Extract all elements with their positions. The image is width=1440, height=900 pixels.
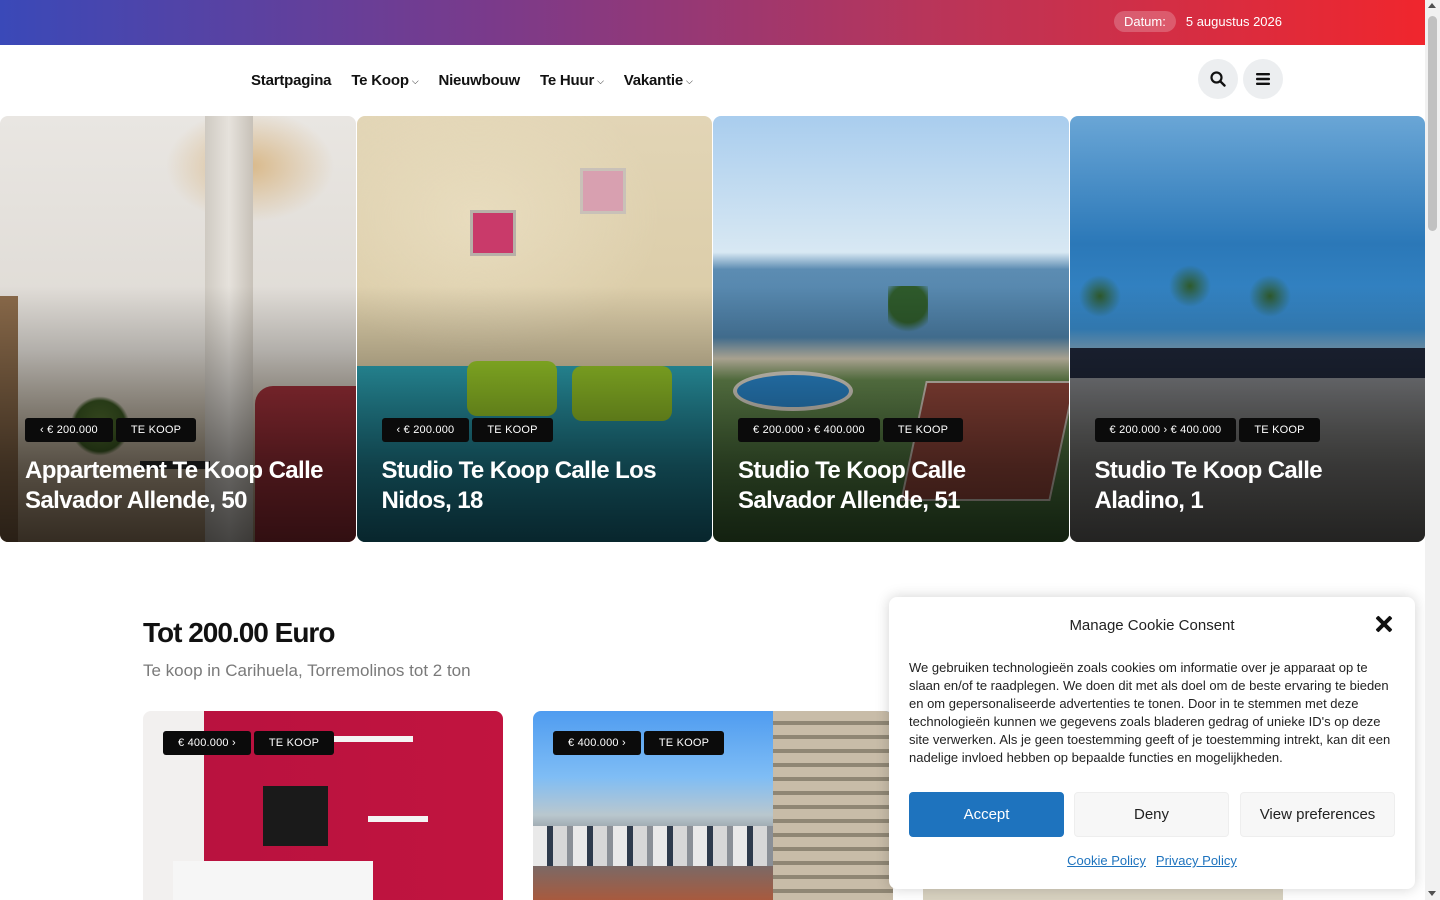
type-badge[interactable]: TE KOOP [643, 731, 725, 755]
menu-button[interactable] [1243, 59, 1283, 99]
scroll-up-arrow-icon[interactable] [1428, 3, 1436, 8]
listing-badges: ‹ € 200.000 TE KOOP [25, 418, 197, 442]
scrollbar-thumb[interactable] [1428, 16, 1437, 231]
view-preferences-button[interactable]: View preferences [1240, 792, 1395, 837]
nav-item-label: Te Huur [539, 71, 595, 89]
listing-badges: € 200.000 › € 400.000 TE KOOP [738, 418, 964, 442]
listing-title[interactable]: Appartement Te Koop Calle Salvador Allen… [25, 456, 336, 516]
type-badge[interactable]: TE KOOP [115, 418, 197, 442]
listing-badges: € 400.000 › TE KOOP [553, 731, 725, 755]
nav-item-label: Startpagina [251, 71, 332, 89]
price-badge[interactable]: € 400.000 › [553, 731, 641, 755]
featured-listing-card[interactable]: ‹ € 200.000 TE KOOP Appartement Te Koop … [0, 116, 356, 542]
type-badge[interactable]: TE KOOP [882, 418, 964, 442]
photo-detail [533, 826, 773, 866]
photo-detail [173, 861, 373, 900]
nav-item-label: Vakantie [623, 71, 684, 89]
date-value: 5 augustus 2026 [1185, 14, 1282, 29]
photo-detail [368, 816, 428, 822]
nav-item-startpagina[interactable]: Startpagina [251, 71, 332, 89]
featured-listing-card[interactable]: ‹ € 200.000 TE KOOP Studio Te Koop Calle… [356, 116, 712, 542]
price-badge[interactable]: € 200.000 › € 400.000 [1094, 418, 1237, 442]
nav-menu: Startpagina Te Koop ⌵ Nieuwbouw Te Huur … [251, 45, 693, 115]
featured-listing-card[interactable]: € 200.000 › € 400.000 TE KOOP Studio Te … [713, 116, 1069, 542]
listing-title[interactable]: Studio Te Koop Calle Aladino, 1 [1095, 456, 1406, 516]
nav-item-te-koop[interactable]: Te Koop ⌵ [351, 72, 418, 89]
cookie-policy-link[interactable]: Cookie Policy [1067, 853, 1146, 868]
date-label: Datum: [1113, 11, 1176, 32]
price-badge[interactable]: ‹ € 200.000 [381, 418, 470, 442]
photo-detail [773, 711, 893, 900]
photo-detail [579, 168, 626, 214]
section-title: Tot 200.00 Euro [143, 617, 335, 648]
listing-card[interactable]: € 400.000 › TE KOOP [143, 711, 503, 900]
featured-listing-card[interactable]: € 200.000 › € 400.000 TE KOOP Studio Te … [1069, 116, 1425, 542]
nav-item-te-huur[interactable]: Te Huur ⌵ [540, 72, 604, 89]
listing-title[interactable]: Studio Te Koop Calle Los Nidos, 18 [382, 456, 693, 516]
listing-badges: € 400.000 › TE KOOP [163, 731, 335, 755]
price-badge[interactable]: € 400.000 › [163, 731, 251, 755]
cookie-links: Cookie Policy Privacy Policy [889, 853, 1415, 868]
photo-detail [263, 786, 328, 846]
listing-badges: ‹ € 200.000 TE KOOP [381, 418, 553, 442]
type-badge[interactable]: TE KOOP [253, 731, 335, 755]
type-badge[interactable]: TE KOOP [472, 418, 553, 442]
page-scrollbar[interactable] [1425, 0, 1440, 900]
nav-item-nieuwbouw[interactable]: Nieuwbouw [438, 72, 520, 89]
search-icon [1210, 71, 1226, 87]
scroll-down-arrow-icon[interactable] [1428, 891, 1436, 896]
close-icon[interactable] [1373, 613, 1395, 635]
nav-item-vakantie[interactable]: Vakantie ⌵ [624, 72, 693, 89]
type-badge[interactable]: TE KOOP [1239, 418, 1320, 442]
privacy-policy-link[interactable]: Privacy Policy [1156, 853, 1237, 868]
price-badge[interactable]: ‹ € 200.000 [25, 418, 113, 442]
section-subtitle: Te koop in Carihuela, Torremolinos tot 2… [143, 661, 471, 680]
photo-detail [333, 736, 413, 742]
deny-button[interactable]: Deny [1074, 792, 1229, 837]
photo-detail [469, 210, 516, 256]
cookie-dialog-title: Manage Cookie Consent [1069, 617, 1235, 634]
main-navigation: Startpagina Te Koop ⌵ Nieuwbouw Te Huur … [0, 45, 1425, 115]
hamburger-menu-icon [1256, 73, 1270, 85]
listing-title[interactable]: Studio Te Koop Calle Salvador Allende, 5… [738, 456, 1049, 516]
cookie-consent-dialog: Manage Cookie Consent We gebruiken techn… [889, 597, 1415, 889]
nav-item-label: Te Koop [351, 71, 409, 89]
featured-listings: ‹ € 200.000 TE KOOP Appartement Te Koop … [0, 116, 1425, 542]
accept-button[interactable]: Accept [909, 792, 1064, 837]
top-bar: Datum: 5 augustus 2026 [0, 0, 1425, 45]
nav-item-label: Nieuwbouw [438, 71, 520, 89]
chevron-down-icon: ⌵ [686, 75, 693, 86]
listing-card[interactable]: € 400.000 › TE KOOP [533, 711, 893, 900]
listing-badges: € 200.000 › € 400.000 TE KOOP [1094, 418, 1320, 442]
date-display: Datum: 5 augustus 2026 [1113, 11, 1282, 32]
cookie-dialog-text: We gebruiken technologieën zoals cookies… [909, 660, 1391, 765]
price-badge[interactable]: € 200.000 › € 400.000 [738, 418, 880, 442]
search-button[interactable] [1198, 59, 1238, 99]
chevron-down-icon: ⌵ [597, 75, 604, 86]
chevron-down-icon: ⌵ [411, 75, 419, 86]
